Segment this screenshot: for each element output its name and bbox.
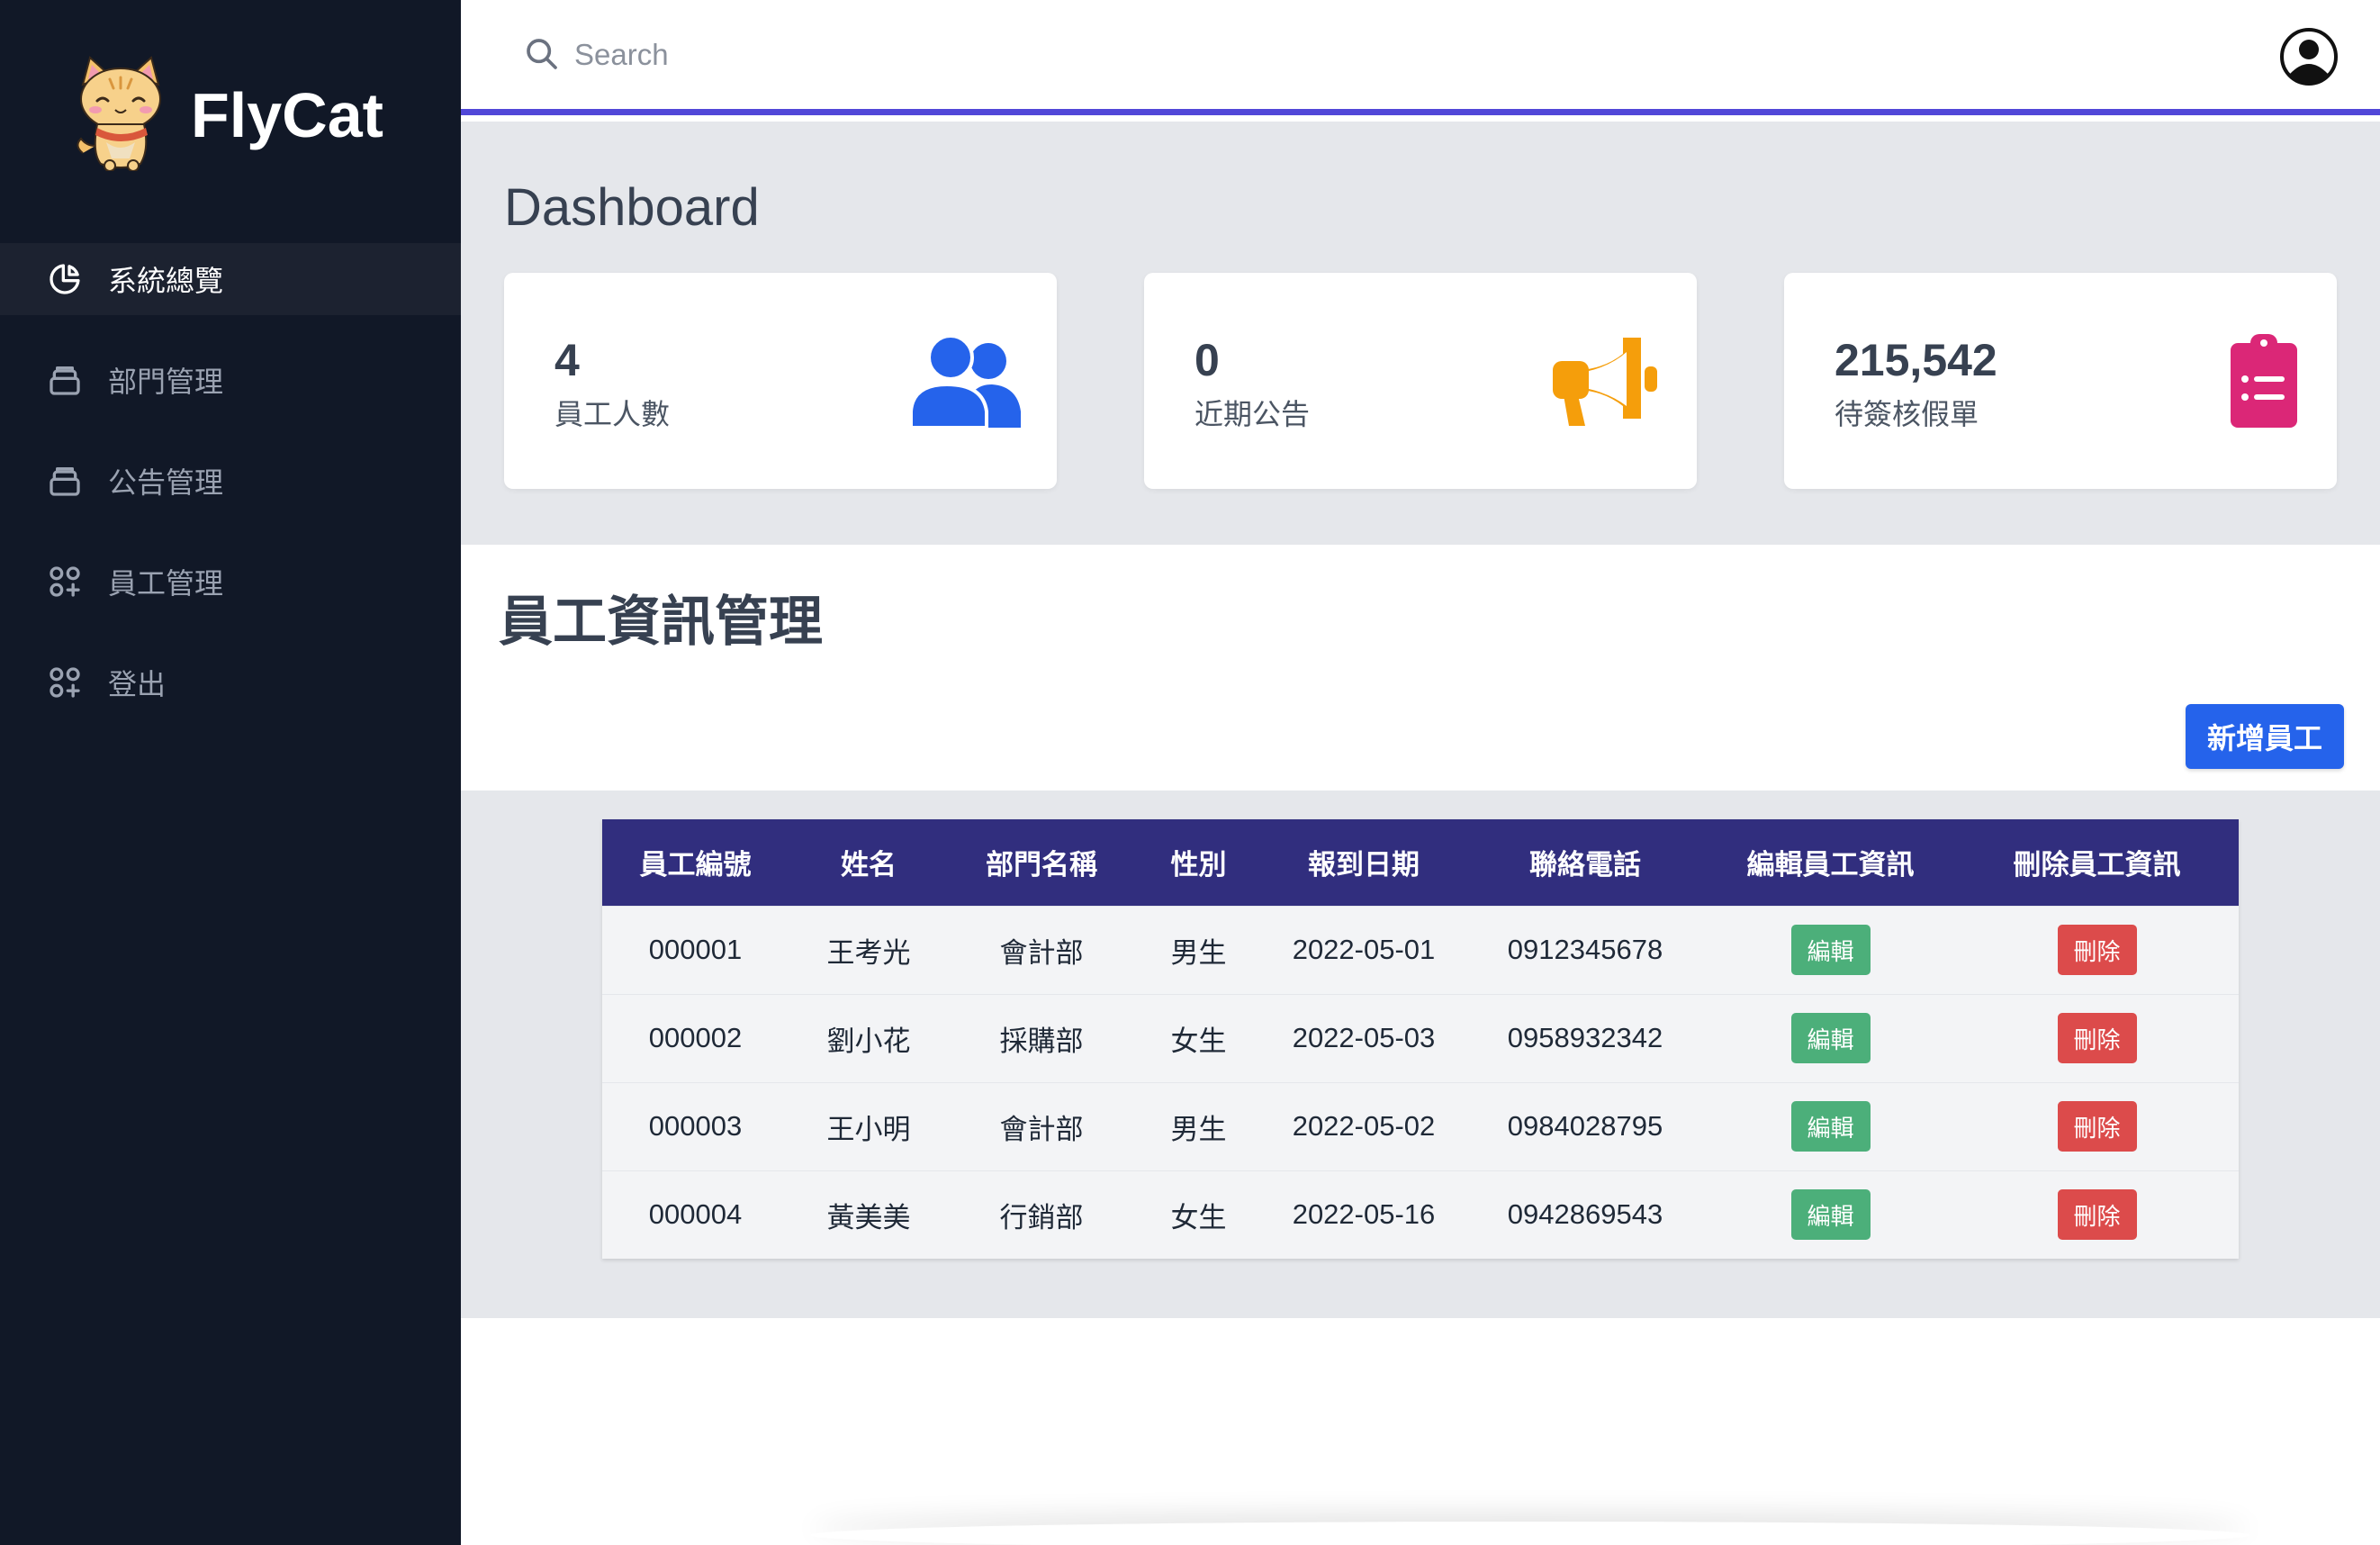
column-header: 報到日期: [1308, 849, 1420, 882]
search-icon: [527, 39, 557, 69]
cell-employee-id: 000004: [648, 1198, 743, 1231]
sidebar-item-logout[interactable]: 登出: [0, 646, 461, 718]
stat-value: 4: [554, 335, 580, 385]
stat-label: 近期公告: [1195, 397, 1311, 431]
column-header: 刪除員工資訊: [2013, 849, 2181, 882]
megaphone-icon: [1553, 338, 1657, 426]
brand-name: FlyCat: [191, 80, 383, 150]
cat-logo-icon: [77, 56, 161, 171]
search-input[interactable]: [574, 27, 1384, 83]
footer-shadow: [810, 1522, 2250, 1545]
cell-delete: 刪除: [1955, 906, 2239, 994]
cell-employee-id: 000003: [648, 1110, 743, 1142]
sidebar-item-label: 員工管理: [108, 566, 224, 601]
column-header: 聯絡電話: [1529, 849, 1641, 882]
table-row: 000001 王考光 會計部 男生 2022-05-01 0912345678 …: [602, 906, 2239, 994]
cell-department: 會計部: [999, 936, 1084, 969]
table-row: 000002 劉小花 採購部 女生 2022-05-03 0958932342 …: [602, 994, 2239, 1082]
employee-table-area: 員工編號 姓名 部門名稱 性別 報到日期 聯絡電話 編輯員工資訊 刪除員工資訊 …: [461, 791, 2380, 1318]
sidebar-item-label: 登出: [108, 667, 167, 701]
cell-start-date: 2022-05-16: [1292, 1198, 1436, 1231]
cell-name: 劉小花: [826, 1025, 911, 1057]
cell-edit: 編輯: [1706, 994, 1955, 1082]
dashboard-title: Dashboard: [504, 178, 760, 237]
cell-phone: 0958932342: [1507, 1022, 1663, 1053]
cell-name: 王考光: [826, 936, 911, 969]
edit-button[interactable]: 編輯: [1790, 1013, 1871, 1063]
user-avatar-icon[interactable]: [2279, 27, 2339, 86]
archive-icon: [45, 360, 85, 400]
cell-name: 黃美美: [826, 1201, 911, 1233]
sidebar-nav: 系統總覽 部門管理 公告管理 員工管理 登出: [0, 243, 461, 747]
sidebar-item-announcements[interactable]: 公告管理: [0, 445, 461, 517]
cell-edit: 編輯: [1706, 1082, 1955, 1170]
cell-delete: 刪除: [1955, 994, 2239, 1082]
pie-chart-icon: [45, 259, 85, 299]
users-icon: [911, 334, 1021, 428]
cell-gender: 女生: [1170, 1201, 1227, 1233]
employee-table-container: 員工編號 姓名 部門名稱 性別 報到日期 聯絡電話 編輯員工資訊 刪除員工資訊 …: [602, 819, 2239, 1259]
stat-value: 0: [1195, 335, 1220, 385]
cell-delete: 刪除: [1955, 1170, 2239, 1259]
cell-gender: 男生: [1170, 936, 1227, 969]
employee-table: 員工編號 姓名 部門名稱 性別 報到日期 聯絡電話 編輯員工資訊 刪除員工資訊 …: [602, 819, 2239, 1259]
cell-name: 王小明: [826, 1113, 911, 1145]
column-header: 編輯員工資訊: [1746, 849, 1915, 882]
cell-edit: 編輯: [1706, 906, 1955, 994]
dashboard-section: Dashboard 4 員工人數 0 近期公告 215,542 待簽核假單: [461, 122, 2380, 545]
stat-card-employees: 4 員工人數: [504, 273, 1057, 489]
delete-button[interactable]: 刪除: [2057, 1101, 2137, 1152]
column-header: 部門名稱: [986, 849, 1097, 882]
stat-label: 待簽核假單: [1835, 397, 1979, 431]
stat-card-announcements: 0 近期公告: [1144, 273, 1697, 489]
cell-edit: 編輯: [1706, 1170, 1955, 1259]
sidebar-item-label: 系統總覽: [108, 264, 224, 298]
sidebar-item-departments[interactable]: 部門管理: [0, 344, 461, 416]
cell-phone: 0984028795: [1507, 1110, 1663, 1142]
stat-value: 215,542: [1835, 335, 1997, 385]
grid-plus-icon: [45, 663, 85, 702]
delete-button[interactable]: 刪除: [2057, 925, 2137, 975]
column-header: 姓名: [841, 849, 897, 882]
cell-delete: 刪除: [1955, 1082, 2239, 1170]
table-header-row: 員工編號 姓名 部門名稱 性別 報到日期 聯絡電話 編輯員工資訊 刪除員工資訊: [602, 819, 2239, 906]
cell-department: 採購部: [999, 1025, 1084, 1057]
sidebar-item-employees[interactable]: 員工管理: [0, 546, 461, 618]
cell-start-date: 2022-05-02: [1292, 1110, 1436, 1142]
add-employee-button[interactable]: 新增員工: [2186, 704, 2344, 769]
delete-button[interactable]: 刪除: [2057, 1189, 2137, 1241]
stat-card-leave-requests: 215,542 待簽核假單: [1784, 273, 2337, 489]
sidebar-item-overview[interactable]: 系統總覽: [0, 243, 461, 315]
sidebar-item-label: 公告管理: [108, 465, 224, 500]
table-row: 000003 王小明 會計部 男生 2022-05-02 0984028795 …: [602, 1082, 2239, 1170]
edit-button[interactable]: 編輯: [1790, 1189, 1871, 1241]
sidebar-item-label: 部門管理: [108, 365, 224, 399]
cell-department: 會計部: [999, 1113, 1084, 1145]
employee-section-title: 員工資訊管理: [499, 591, 823, 654]
cell-employee-id: 000001: [648, 934, 743, 965]
cell-phone: 0942869543: [1507, 1198, 1663, 1231]
sidebar: FlyCat 系統總覽 部門管理 公告管理 員工管理 登出: [0, 0, 461, 1545]
edit-button[interactable]: 編輯: [1790, 1101, 1871, 1152]
cell-phone: 0912345678: [1507, 934, 1663, 965]
edit-button[interactable]: 編輯: [1790, 925, 1871, 975]
topbar: [461, 0, 2380, 115]
cell-start-date: 2022-05-01: [1292, 934, 1436, 965]
column-header: 員工編號: [639, 849, 752, 882]
brand[interactable]: FlyCat: [70, 52, 383, 171]
table-row: 000004 黃美美 行銷部 女生 2022-05-16 0942869543 …: [602, 1170, 2239, 1259]
cell-start-date: 2022-05-03: [1292, 1022, 1436, 1053]
cell-gender: 女生: [1170, 1025, 1227, 1057]
clipboard-list-icon: [2231, 334, 2297, 428]
grid-plus-icon: [45, 562, 85, 601]
column-header: 性別: [1170, 849, 1227, 882]
cell-gender: 男生: [1170, 1113, 1227, 1145]
cell-department: 行銷部: [999, 1201, 1084, 1233]
archive-icon: [45, 461, 85, 501]
delete-button[interactable]: 刪除: [2057, 1013, 2137, 1063]
cell-employee-id: 000002: [648, 1022, 743, 1053]
stat-label: 員工人數: [554, 397, 671, 431]
